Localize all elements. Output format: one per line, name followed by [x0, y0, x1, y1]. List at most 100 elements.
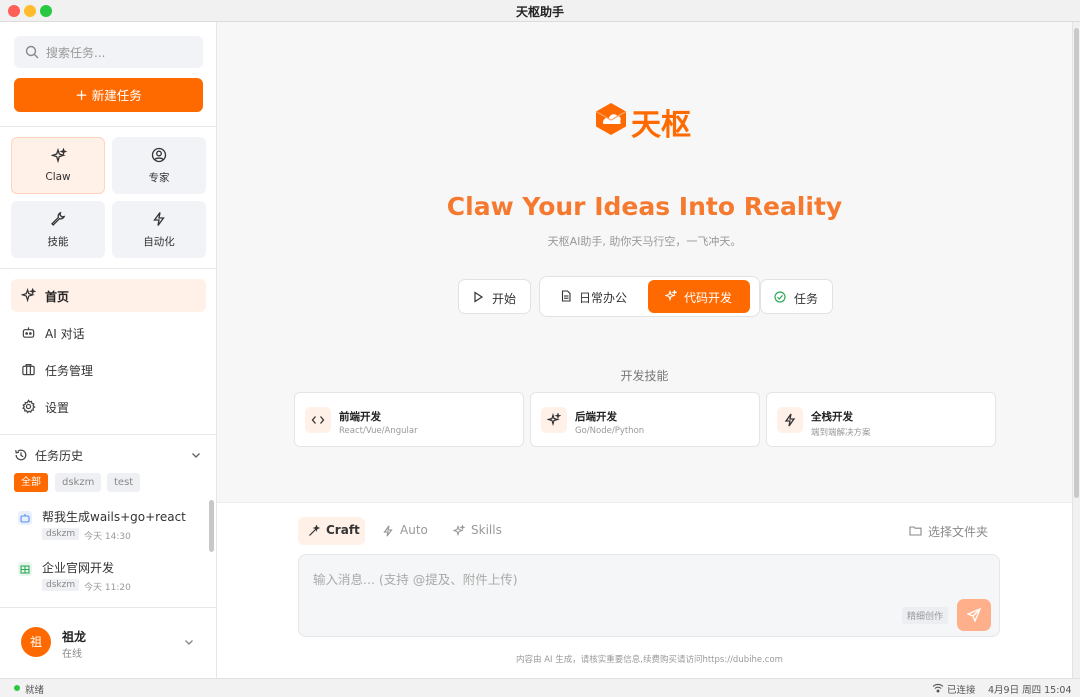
bot-icon [18, 511, 32, 525]
connection-status: 已连接 [947, 685, 976, 696]
nav-label: 设置 [45, 401, 70, 415]
wand-icon [309, 525, 320, 536]
status-dot [14, 685, 20, 691]
window-title: 天枢助手 [515, 5, 564, 19]
sparkles-icon [547, 413, 561, 427]
wifi-icon [932, 683, 944, 693]
sparkles-icon [51, 148, 67, 164]
user-profile[interactable]: 祖 祖龙 在线 [0, 607, 217, 678]
tab-craft[interactable]: Craft [298, 517, 365, 545]
divider [0, 268, 217, 269]
composer: Craft Auto Skills 选择文件夹 输入消息... (支持 @提及、… [217, 502, 1072, 678]
nav-ai-chat[interactable]: AI 对话 [11, 316, 206, 349]
clock: 4月9日 周四 15:04 [988, 685, 1072, 696]
mode-expert[interactable]: 专家 [112, 137, 206, 194]
divider [0, 434, 217, 435]
tab-auto[interactable]: Auto [372, 517, 434, 545]
segment-label: 日常办公 [579, 291, 628, 305]
history-item-title: 企业官网开发 [42, 561, 115, 575]
mode-label: Claw [45, 171, 71, 183]
select-folder-label: 选择文件夹 [928, 525, 989, 539]
skill-card-frontend[interactable]: 前端开发 React/Vue/Angular [294, 392, 524, 447]
nav-home[interactable]: 首页 [11, 279, 206, 312]
lightning-icon [383, 525, 393, 537]
search-placeholder: 搜索任务... [46, 46, 106, 60]
task-history-title: 任务历史 [35, 449, 84, 463]
task-label: 任务 [794, 292, 819, 306]
nav-label: 首页 [45, 290, 70, 304]
new-task-label: 新建任务 [91, 88, 142, 103]
send-button[interactable] [957, 599, 991, 631]
history-item[interactable]: 帮我生成wails+go+react dskzm 今天 14:30 [14, 506, 204, 550]
task-button[interactable]: 任务 [760, 279, 833, 314]
hero-title: Claw Your Ideas Into Reality [446, 192, 843, 221]
tab-label: Skills [471, 523, 502, 537]
skills-section-title: 开发技能 [620, 369, 669, 383]
status-bar: 就绪 已连接 4月9日 周四 15:04 [0, 678, 1080, 697]
briefcase-icon [22, 364, 35, 376]
logo-mark-icon [595, 103, 627, 135]
sparkles-icon [665, 290, 677, 302]
filter-chip-dskzm[interactable]: dskzm [55, 473, 102, 492]
skill-desc: 端到端解决方案 [811, 428, 871, 438]
history-scrollbar[interactable] [209, 500, 214, 552]
segment-daily-office[interactable]: 日常办公 [543, 280, 649, 313]
tab-label: Craft [326, 523, 360, 537]
history-item-tag: dskzm [42, 579, 80, 591]
history-item[interactable]: 企业官网开发 dskzm 今天 11:20 [14, 557, 204, 601]
skill-icon-box [305, 407, 331, 433]
wrench-icon [51, 211, 66, 226]
mode-label: 自动化 [143, 236, 175, 248]
status-ready: 就绪 [25, 685, 45, 696]
task-history-header[interactable]: 任务历史 [14, 446, 204, 466]
mode-automation[interactable]: 自动化 [112, 201, 206, 258]
skill-title: 前端开发 [339, 411, 381, 423]
user-status: 在线 [62, 649, 82, 660]
skill-card-backend[interactable]: 后端开发 Go/Node/Python [530, 392, 760, 447]
skill-icon-box [777, 407, 803, 433]
building-icon [18, 562, 32, 576]
chevron-down-icon[interactable] [183, 636, 195, 648]
select-folder-button[interactable]: 选择文件夹 [909, 523, 999, 541]
mode-badge[interactable]: 精细创作 [902, 607, 949, 624]
search-input[interactable]: 搜索任务... [14, 36, 203, 68]
title-bar: 天枢助手 [0, 0, 1080, 22]
plus-icon: + [75, 86, 88, 104]
user-name: 祖龙 [62, 630, 87, 644]
segment-code-dev[interactable]: 代码开发 [648, 280, 750, 313]
mode-label: 专家 [148, 172, 170, 184]
mode-skills[interactable]: 技能 [11, 201, 105, 258]
bot-icon [22, 327, 35, 338]
main-scrollbar[interactable] [1072, 22, 1080, 678]
message-input[interactable]: 输入消息... (支持 @提及、附件上传) 精细创作 [298, 554, 1000, 637]
tab-label: Auto [400, 523, 428, 537]
chevron-down-icon[interactable] [190, 449, 202, 461]
new-task-button[interactable]: + 新建任务 [14, 78, 203, 112]
app-logo: 天枢 [593, 100, 703, 143]
history-item-time: 今天 11:20 [84, 583, 131, 593]
play-icon [474, 291, 484, 303]
skill-title: 全栈开发 [811, 411, 853, 423]
send-icon [967, 608, 981, 622]
history-icon [15, 449, 27, 461]
nav-settings[interactable]: 设置 [11, 390, 206, 423]
tab-skills[interactable]: Skills [443, 517, 513, 545]
history-item-title: 帮我生成wails+go+react [42, 510, 186, 524]
filter-chip-all[interactable]: 全部 [14, 473, 48, 492]
skill-card-fullstack[interactable]: 全栈开发 端到端解决方案 [766, 392, 996, 447]
message-placeholder: 输入消息... (支持 @提及、附件上传) [313, 572, 518, 587]
start-button[interactable]: 开始 [458, 279, 531, 314]
divider [0, 126, 217, 127]
mode-claw[interactable]: Claw [11, 137, 105, 194]
sidebar: 搜索任务... + 新建任务 Claw 专家 技能 自动化 首页 AI 对话 任务… [0, 22, 217, 678]
mode-label: 技能 [47, 236, 69, 248]
hero-subtitle: 天枢AI助手, 助你天马行空，一飞冲天。 [547, 235, 742, 248]
document-icon [561, 290, 571, 302]
scrollbar-thumb[interactable] [1074, 28, 1079, 498]
search-icon [25, 45, 39, 59]
filter-chip-test[interactable]: test [107, 473, 141, 492]
segment-label: 代码开发 [684, 291, 733, 305]
nav-task-management[interactable]: 任务管理 [11, 353, 206, 386]
nav-label: AI 对话 [45, 327, 85, 341]
gear-icon [22, 399, 36, 414]
